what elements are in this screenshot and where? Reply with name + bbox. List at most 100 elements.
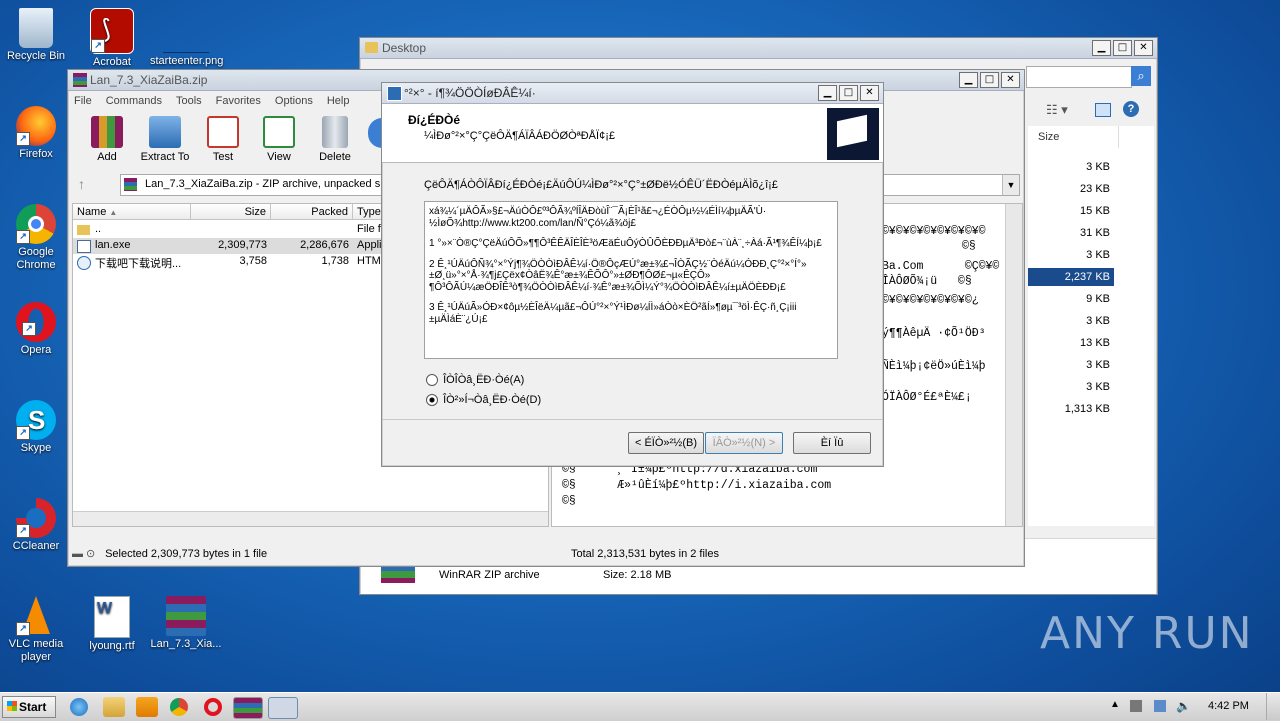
size-cell[interactable]: 31 KB bbox=[1028, 224, 1114, 242]
table-row[interactable]: .. File f bbox=[73, 222, 393, 238]
find-icon[interactable] bbox=[368, 118, 382, 148]
installer-app-icon bbox=[387, 86, 402, 101]
explorer-taskbar-icon[interactable] bbox=[103, 697, 125, 717]
desktop-icon-chrome[interactable]: ↗ Google Chrome bbox=[0, 204, 72, 272]
size-cell[interactable]: 23 KB bbox=[1028, 180, 1114, 198]
menu-tools[interactable]: Tools bbox=[176, 95, 202, 107]
desktop-icon-winrar-archive[interactable]: Lan_7.3_Xia... bbox=[150, 596, 222, 651]
internet-explorer-icon[interactable] bbox=[70, 698, 88, 716]
menu-commands[interactable]: Commands bbox=[106, 95, 162, 107]
start-button[interactable]: Start bbox=[2, 696, 56, 718]
maximize-button[interactable]: □ bbox=[980, 72, 999, 88]
shortcut-arrow-icon: ↗ bbox=[16, 426, 30, 440]
column-name[interactable]: Name ▲ bbox=[73, 204, 191, 220]
opera-icon: ↗ bbox=[16, 302, 56, 342]
size-cell[interactable]: 3 KB bbox=[1028, 312, 1114, 330]
size-cell[interactable]: 3 KB bbox=[1028, 158, 1114, 176]
explorer-title: Desktop bbox=[382, 41, 427, 55]
vertical-scrollbar[interactable] bbox=[1005, 204, 1022, 526]
opera-taskbar-icon[interactable] bbox=[204, 698, 222, 716]
media-player-icon[interactable] bbox=[136, 697, 158, 717]
network-icon[interactable] bbox=[1154, 700, 1166, 712]
desktop-icon-acrobat[interactable]: ⟆ ↗ Acrobat bbox=[76, 8, 148, 69]
menu-file[interactable]: File bbox=[74, 95, 92, 107]
maximize-button[interactable]: □ bbox=[1113, 40, 1132, 56]
minimize-button[interactable]: ▁ bbox=[1092, 40, 1111, 56]
cancel-button[interactable]: Èí Ïû bbox=[793, 432, 871, 454]
desktop-icon-skype[interactable]: S ↗ Skype bbox=[0, 400, 72, 455]
close-button[interactable]: ✕ bbox=[1134, 40, 1153, 56]
volume-icon[interactable]: 🔈 bbox=[1176, 699, 1191, 713]
help-icon[interactable]: ? bbox=[1123, 101, 1139, 117]
up-arrow-icon[interactable]: ↑ bbox=[78, 176, 85, 192]
chrome-taskbar-icon[interactable] bbox=[170, 698, 188, 716]
column-size[interactable]: Size bbox=[191, 204, 271, 220]
sort-up-icon: ▲ bbox=[109, 208, 118, 217]
test-button[interactable]: Test bbox=[192, 116, 254, 163]
header-title: Ðí¿ÉÐ­Òé bbox=[408, 113, 461, 127]
trash-icon bbox=[322, 116, 348, 148]
installer-taskbar-icon[interactable] bbox=[268, 697, 298, 719]
maximize-button[interactable]: □ bbox=[839, 85, 858, 101]
search-input[interactable] bbox=[1026, 66, 1132, 88]
size-cell[interactable]: 2,237 KB bbox=[1028, 268, 1114, 286]
explorer-titlebar[interactable]: Desktop ▁ □ ✕ bbox=[360, 38, 1157, 59]
next-button[interactable]: ÏÂÒ»²½(N) > bbox=[705, 432, 783, 454]
tray-show-hidden-icon[interactable]: ▲ bbox=[1110, 699, 1120, 710]
horizontal-scrollbar[interactable] bbox=[73, 511, 548, 526]
license-paragraph: 1 °»×¨Ò®Ç°ÇëÄúÔÕ»¶¶Ô³ÊÊÄÎÈÎÈ³öÆäÉuÔýÒÛÕÈ… bbox=[429, 238, 822, 249]
desktop-icon-word-doc[interactable]: W lyoung.rtf bbox=[76, 596, 148, 653]
explorer-file-list[interactable]: Size 3 KB 23 KB 15 KB 31 KB 3 KB 2,237 KB 9 KB… bbox=[1028, 126, 1154, 526]
desktop-icon-vlc[interactable]: ↗ VLC media player bbox=[0, 596, 72, 664]
preview-pane-icon[interactable] bbox=[1095, 103, 1111, 117]
menu-options[interactable]: Options bbox=[275, 95, 313, 107]
installer-titlebar[interactable]: °²×° - í¶¾ÖÖÒÍøÐÂÊ¼í· ▁ □ ✕ bbox=[382, 83, 883, 104]
search-icon[interactable]: ⌕ bbox=[1131, 66, 1151, 86]
show-desktop-button[interactable] bbox=[1266, 693, 1280, 720]
desktop-icon-recycle-bin[interactable]: Recycle Bin bbox=[0, 8, 72, 63]
status-disk-icon: ▬ ⊙ bbox=[72, 548, 96, 560]
menu-help[interactable]: Help bbox=[327, 95, 350, 107]
clock-time[interactable]: 4:42 PM bbox=[1208, 700, 1249, 712]
view-options-icon[interactable]: ☷ ▾ bbox=[1046, 102, 1068, 118]
installer-header: Ðí¿ÉÐ­Òé ¼ÌÐø°²×°Ç°ÇëÔÄ¶ÁÏÂÁÐÖØÒªÐÅÏ¢¡£ bbox=[382, 104, 883, 163]
table-row[interactable]: 下载吧下载说明... 3,758 1,738 HTML bbox=[73, 254, 393, 270]
column-name-label: Name bbox=[77, 206, 107, 218]
menu-favorites[interactable]: Favorites bbox=[216, 95, 261, 107]
desktop-icon-label: CCleaner bbox=[12, 540, 60, 552]
column-packed[interactable]: Packed bbox=[271, 204, 353, 220]
add-button[interactable]: Add bbox=[76, 116, 138, 163]
back-button[interactable]: < ÉÏÒ»²½(B) bbox=[628, 432, 704, 454]
desktop-icon-opera[interactable]: ↗ Opera bbox=[0, 302, 72, 357]
view-button[interactable]: View bbox=[248, 116, 310, 163]
delete-label: Delete bbox=[319, 151, 351, 163]
desktop-icon-image[interactable]: starteenter.png bbox=[150, 8, 223, 68]
desktop-icon-ccleaner[interactable]: ↗ CCleaner bbox=[0, 498, 72, 553]
close-button[interactable]: ✕ bbox=[860, 85, 879, 101]
license-text-box[interactable]: xá¾¼´µÄÔÃ»§£¬ÄúÒÔ£º³ÔÃ¾ºÍÎÄÐòùÎ¨¯Ã¡ÈÎ¹ã£… bbox=[424, 201, 838, 359]
minimize-button[interactable]: ▁ bbox=[818, 85, 837, 101]
size-column-header[interactable]: Size bbox=[1034, 126, 1119, 148]
minimize-button[interactable]: ▁ bbox=[959, 72, 978, 88]
network-flag-icon[interactable] bbox=[1130, 700, 1142, 712]
size-cell[interactable]: 13 KB bbox=[1028, 334, 1114, 352]
table-row[interactable]: lan.exe 2,309,773 2,286,676 Appli bbox=[73, 238, 393, 254]
size-cell[interactable]: 3 KB bbox=[1028, 378, 1114, 396]
size-cell[interactable]: 3 KB bbox=[1028, 356, 1114, 374]
desktop-icon-firefox[interactable]: ↗ Firefox bbox=[0, 106, 72, 161]
size-cell[interactable]: 15 KB bbox=[1028, 202, 1114, 220]
vlc-icon: ↗ bbox=[16, 596, 56, 636]
size-cell[interactable]: 9 KB bbox=[1028, 290, 1114, 308]
chevron-down-icon[interactable]: ▼ bbox=[1002, 175, 1019, 195]
radio-accept[interactable]: ÎÒÎ­Òâ¸ËÐ·Òé(A) bbox=[426, 374, 524, 387]
size-cell[interactable]: 1,313 KB bbox=[1028, 400, 1114, 418]
radio-decline[interactable]: ÎÒ²»Í¬Òâ¸ËÐ·Òé(D) bbox=[426, 394, 541, 407]
view-label: View bbox=[267, 151, 291, 163]
size-cell[interactable]: 3 KB bbox=[1028, 246, 1114, 264]
license-intro: ÇëÔÄ¶ÁÒÔÏÂÐí¿ÉÐ­Òé¡£ÄúÔÚ¼ÌÐø°²×°Ç°±ØÐë½Ó… bbox=[424, 179, 778, 191]
close-button[interactable]: ✕ bbox=[1001, 72, 1020, 88]
extract-to-button[interactable]: Extract To bbox=[134, 116, 196, 163]
delete-button[interactable]: Delete bbox=[304, 116, 366, 163]
installer-dialog[interactable]: °²×° - í¶¾ÖÖÒÍøÐÂÊ¼í· ▁ □ ✕ Ðí¿ÉÐ­Òé ¼ÌÐ… bbox=[381, 82, 884, 467]
winrar-taskbar-icon[interactable] bbox=[233, 697, 263, 719]
